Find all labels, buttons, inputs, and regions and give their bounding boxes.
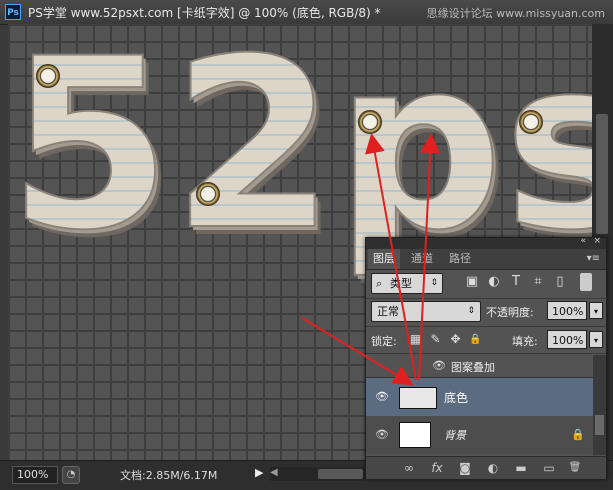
status-info-icon[interactable]: ◔ <box>62 466 80 484</box>
blend-mode-select[interactable]: 正常 ⇕ <box>371 301 481 322</box>
filter-toggle-switch[interactable] <box>580 273 592 291</box>
layer-row-background[interactable]: 👁 背景 🔒 <box>366 416 593 454</box>
panel-scrollbar[interactable] <box>593 355 606 455</box>
eye-icon[interactable]: 👁 <box>375 390 389 403</box>
layer-effect-name: 图案叠加 <box>451 361 495 374</box>
photoshop-logo-icon: Ps <box>5 4 21 20</box>
layer-effect-row[interactable]: 👁 图案叠加 <box>366 355 593 377</box>
document-size-info: 文档:2.85M/6.17M <box>120 469 218 482</box>
eye-icon[interactable]: 👁 <box>432 359 446 372</box>
select-arrow-icon: ⇕ <box>467 306 475 316</box>
vertical-scroll-thumb[interactable] <box>596 114 608 234</box>
fx-icon[interactable]: fx <box>428 460 446 476</box>
document-title: PS学堂 www.52psxt.com [卡纸字效] @ 100% (底色, R… <box>28 6 381 20</box>
add-mask-icon[interactable]: ◙ <box>456 460 474 476</box>
tab-paths[interactable]: 路径 <box>444 249 476 269</box>
tab-channels[interactable]: 通道 <box>406 249 438 269</box>
blend-row: 正常 ⇕ 不透明度: 100% ▾ <box>366 300 606 324</box>
new-group-icon[interactable]: ▬ <box>512 460 530 476</box>
layer-thumbnail <box>399 387 437 409</box>
panel-tabs: 图层 通道 路径 ▾≡ <box>366 249 606 270</box>
panel-menu-icon[interactable]: ▾≡ <box>587 253 600 264</box>
scroll-left-icon[interactable]: ◀ <box>270 467 278 478</box>
shape-filter-icon[interactable]: ⌗ <box>530 274 546 290</box>
grommet-icon <box>36 64 60 88</box>
smart-object-filter-icon[interactable]: ▯ <box>552 274 568 290</box>
grommet-icon <box>519 110 543 134</box>
opacity-label: 不透明度: <box>486 306 534 319</box>
adjustment-filter-icon[interactable]: ◐ <box>486 274 502 290</box>
panel-collapse-icon[interactable]: « <box>580 236 586 246</box>
lock-image-icon[interactable]: ✎ <box>428 332 443 347</box>
layer-name: 背景 <box>444 429 466 442</box>
lock-transparent-icon[interactable]: ▦ <box>408 332 423 347</box>
grommet-icon <box>196 182 220 206</box>
horizontal-scroll-thumb[interactable] <box>318 469 363 479</box>
status-menu-arrow-icon[interactable]: ▶ <box>255 466 263 479</box>
layer-name: 底色 <box>444 391 469 405</box>
opacity-dropdown-icon[interactable]: ▾ <box>589 302 603 319</box>
zoom-field[interactable]: 100% <box>12 466 58 484</box>
tab-layers[interactable]: 图层 <box>368 249 400 269</box>
lock-row: 锁定: ▦ ✎ ✥ 🔒 填充: 100% ▾ <box>366 328 606 352</box>
link-layers-icon[interactable]: ∞ <box>400 460 418 476</box>
divider <box>366 326 606 327</box>
panel-close-icon[interactable]: × <box>593 236 601 246</box>
filter-kind-label: 类型 <box>390 277 412 290</box>
layer-row-selected[interactable]: 👁 底色 <box>366 377 593 417</box>
opacity-input[interactable]: 100% <box>547 301 587 320</box>
select-arrow-icon: ⇕ <box>430 278 438 288</box>
fill-input[interactable]: 100% <box>547 330 587 349</box>
blend-mode-value: 正常 <box>377 305 399 318</box>
grommet-icon <box>358 110 382 134</box>
filter-kind-select[interactable]: ⌕ 类型 ⇕ <box>371 273 443 294</box>
lock-icon: 🔒 <box>571 428 585 441</box>
layers-panel: « × 图层 通道 路径 ▾≡ ⌕ 类型 ⇕ ▣ ◐ T ⌗ ▯ 正常 ⇕ 不透… <box>365 236 607 479</box>
watermark-text: 思缘设计论坛 www.missyuan.com <box>426 7 605 20</box>
fill-label: 填充: <box>512 335 538 348</box>
panel-footer: ∞ fx ◙ ◐ ▬ ▭ 🗑 <box>366 456 606 479</box>
title-bar: Ps PS学堂 www.52psxt.com [卡纸字效] @ 100% (底色… <box>0 0 613 25</box>
horizontal-scrollbar[interactable]: ◀ <box>270 467 365 481</box>
new-layer-icon[interactable]: ▭ <box>540 460 558 476</box>
lock-label: 锁定: <box>371 335 397 348</box>
divider <box>366 353 606 354</box>
panel-top-bar: « × <box>366 236 606 249</box>
eye-icon[interactable]: 👁 <box>375 428 389 441</box>
pixel-filter-icon[interactable]: ▣ <box>464 274 480 290</box>
layer-filter-row: ⌕ 类型 ⇕ ▣ ◐ T ⌗ ▯ <box>366 270 606 298</box>
fill-dropdown-icon[interactable]: ▾ <box>589 331 603 348</box>
layers-list: 👁 图案叠加 👁 底色 👁 背景 🔒 <box>366 355 593 455</box>
lock-all-icon[interactable]: 🔒 <box>468 332 483 347</box>
background-thumbnail <box>399 422 431 448</box>
trash-icon[interactable]: 🗑 <box>566 460 584 476</box>
panel-scroll-thumb[interactable] <box>595 415 604 435</box>
search-icon: ⌕ <box>376 277 383 290</box>
adjustment-layer-icon[interactable]: ◐ <box>484 460 502 476</box>
lock-position-icon[interactable]: ✥ <box>448 332 463 347</box>
divider <box>366 298 606 299</box>
type-filter-icon[interactable]: T <box>508 274 524 290</box>
